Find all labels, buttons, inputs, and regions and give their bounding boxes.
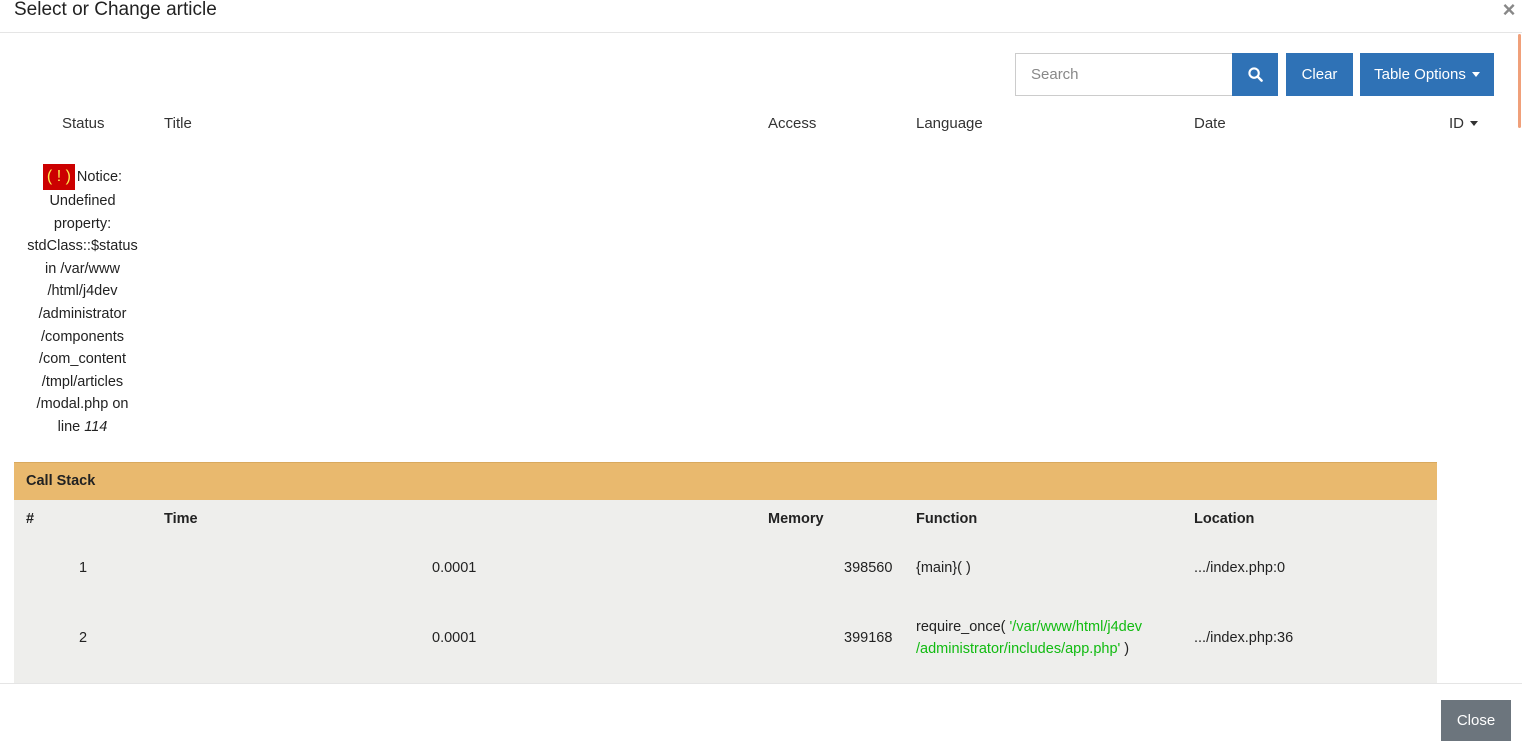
call-stack-header-memory: Memory bbox=[768, 511, 824, 527]
modal-title: Select or Change article bbox=[14, 0, 217, 20]
call-stack-row-function: {main}( ) bbox=[916, 560, 971, 576]
function-arg: /administrator/includes/app.php' bbox=[916, 641, 1121, 657]
search-field bbox=[1015, 53, 1233, 96]
call-stack-row-location: .../index.php:36 bbox=[1194, 630, 1294, 646]
modal-footer: Close bbox=[0, 683, 1522, 747]
notice-line: /modal.php on bbox=[36, 396, 129, 413]
function-name: require_once( bbox=[916, 619, 1006, 635]
column-header-id-label: ID bbox=[1449, 115, 1464, 132]
notice-line-number: 114 bbox=[84, 418, 108, 435]
function-close: ) bbox=[1120, 641, 1130, 657]
call-stack-row-memory: 399168 bbox=[844, 630, 893, 646]
call-stack-row-memory: 398560 bbox=[844, 560, 893, 576]
call-stack-row-num: 2 bbox=[79, 630, 88, 646]
modal-header: Select or Change article × bbox=[0, 0, 1522, 33]
call-stack-header-num: # bbox=[26, 511, 35, 527]
notice-label: Notice: bbox=[76, 168, 123, 185]
call-stack-row-time: 0.0001 bbox=[432, 560, 477, 576]
call-stack-row-location: .../index.php:0 bbox=[1194, 560, 1286, 576]
notice-line: /administrator bbox=[38, 305, 127, 322]
column-header-access[interactable]: Access bbox=[768, 115, 816, 132]
notice-line: /components bbox=[40, 328, 125, 345]
call-stack-table: # Time Memory Function Location 1 0.0001… bbox=[14, 500, 1437, 683]
call-stack-title: Call Stack bbox=[26, 473, 96, 489]
clear-button[interactable]: Clear bbox=[1286, 53, 1353, 96]
call-stack-header-function: Function bbox=[916, 511, 978, 527]
search-button[interactable] bbox=[1232, 53, 1278, 96]
column-header-title[interactable]: Title bbox=[164, 115, 192, 132]
scrollbar[interactable] bbox=[1518, 34, 1521, 128]
php-notice: ( ! ) Notice: Undefined property: stdClas… bbox=[20, 164, 145, 439]
notice-line: line bbox=[57, 418, 81, 435]
notice-line: /tmpl/articles bbox=[41, 373, 124, 390]
column-header-date[interactable]: Date bbox=[1194, 115, 1226, 132]
notice-line: Undefined bbox=[49, 193, 116, 209]
modal-body: Clear Table Options Status Title Access … bbox=[0, 33, 1522, 683]
call-stack-row-function: require_once( '/var/www/html/j4dev /admi… bbox=[916, 616, 1142, 660]
warning-icon: ( ! ) bbox=[42, 164, 75, 190]
call-stack-header-time: Time bbox=[164, 511, 198, 527]
sort-desc-icon bbox=[1470, 121, 1478, 126]
notice-line: stdClass::$status bbox=[27, 238, 138, 255]
close-button[interactable]: Close bbox=[1441, 700, 1511, 741]
search-input[interactable] bbox=[1016, 54, 1233, 95]
function-arg: '/var/www/html/j4dev bbox=[1009, 619, 1143, 635]
call-stack-header-location: Location bbox=[1194, 511, 1255, 527]
column-header-id[interactable]: ID bbox=[1449, 115, 1478, 132]
caret-down-icon bbox=[1471, 72, 1480, 77]
notice-line: /html/j4dev bbox=[47, 283, 118, 300]
column-header-status[interactable]: Status bbox=[62, 115, 105, 132]
table-options-label: Table Options bbox=[1374, 66, 1466, 83]
table-options-button[interactable]: Table Options bbox=[1360, 53, 1494, 96]
notice-line: property: bbox=[53, 215, 112, 232]
column-header-language[interactable]: Language bbox=[916, 115, 983, 132]
notice-line: /com_content bbox=[38, 351, 127, 368]
call-stack-header: Call Stack bbox=[14, 462, 1437, 500]
call-stack-row-num: 1 bbox=[79, 560, 88, 576]
notice-line: in /var/www bbox=[45, 260, 120, 277]
search-icon bbox=[1247, 67, 1263, 82]
call-stack-row-time: 0.0001 bbox=[432, 630, 477, 646]
close-icon[interactable]: × bbox=[1499, 0, 1519, 22]
